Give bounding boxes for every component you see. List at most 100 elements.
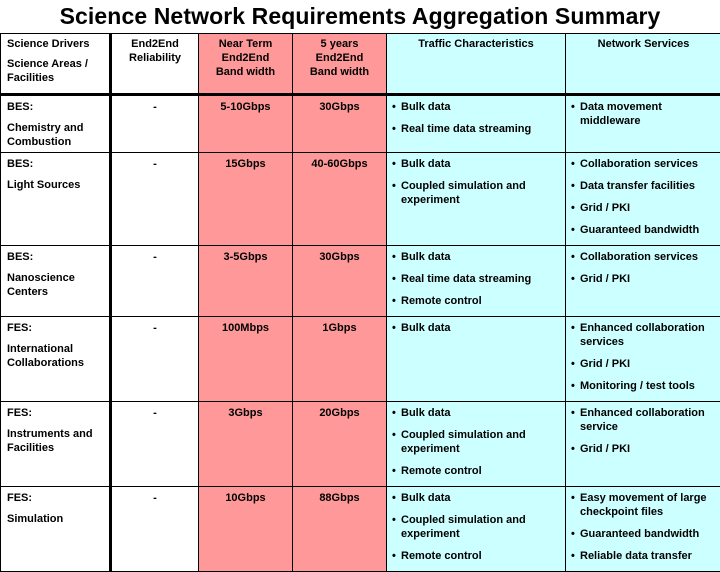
traffic-item: •Remote control	[392, 464, 563, 478]
header-near-term-line: Band width	[199, 65, 292, 79]
five-year-bandwidth-cell: 20Gbps	[293, 402, 387, 487]
traffic-item: •Coupled simulation and experiment	[392, 179, 563, 207]
traffic-list: •Bulk data	[392, 321, 563, 335]
service-text: Data movement middleware	[580, 101, 662, 127]
traffic-item: • Remote control	[392, 549, 563, 563]
traffic-list: • Bulk data •Coupled simulation and experi…	[392, 406, 563, 478]
traffic-characteristics-cell: •Bulk data•Coupled simulation and experi…	[387, 153, 566, 246]
traffic-characteristics-cell: •Bulk data•Real time data streaming•Remo…	[387, 246, 566, 317]
traffic-text: Coupled simulation and experiment	[401, 180, 526, 206]
service-list: • Easy movement of large checkpoint files…	[571, 491, 719, 563]
bullet-icon: •	[392, 272, 396, 286]
traffic-list: • Bulk data• Real time data streaming	[392, 100, 563, 136]
table-row: FES:Simulation-10Gbps88Gbps•Bulk data•Co…	[1, 487, 720, 572]
bullet-icon: •	[571, 406, 575, 420]
bullet-icon: •	[392, 428, 396, 442]
reliability-cell: -	[111, 487, 199, 572]
bullet-icon: •	[571, 527, 575, 541]
traffic-text: Real time data streaming	[401, 123, 531, 135]
service-item: •Reliable data transfer	[571, 549, 719, 563]
five-year-bandwidth-cell: 40-60Gbps	[293, 153, 387, 246]
service-item: •Data transfer facilities	[571, 179, 719, 193]
header-near-term-bandwidth: Near Term End2End Band width	[199, 34, 293, 95]
near-term-bandwidth-cell: 100Mbps	[199, 317, 293, 402]
bullet-icon: •	[392, 250, 396, 264]
service-text: Data transfer facilities	[580, 180, 695, 192]
traffic-text: Remote control	[401, 550, 482, 562]
program-office: BES:	[7, 100, 105, 114]
service-item: •Guaranteed bandwidth	[571, 223, 719, 237]
traffic-text: Bulk data	[401, 101, 451, 113]
traffic-item: • Bulk data	[392, 100, 563, 114]
network-services-cell: •Collaboration services•Data transfer fa…	[566, 153, 720, 246]
five-year-bandwidth-cell: 88Gbps	[293, 487, 387, 572]
traffic-item: •Bulk data	[392, 157, 563, 171]
bullet-icon: •	[571, 223, 575, 237]
traffic-text: Bulk data	[401, 407, 451, 419]
program-office: FES:	[7, 406, 105, 420]
science-driver-cell: FES:Instruments and Facilities	[1, 402, 111, 487]
science-driver-cell: BES:Light Sources	[1, 153, 111, 246]
header-network-services: Network Services	[566, 34, 720, 95]
header-drivers-label: Science Drivers	[7, 37, 109, 51]
near-term-bandwidth-cell: 10Gbps	[199, 487, 293, 572]
network-services-cell: • Enhanced collaboration services •Grid / …	[566, 317, 720, 402]
page-title: Science Network Requirements Aggregation…	[0, 3, 720, 30]
traffic-item: •Coupled simulation and experiment	[392, 428, 563, 456]
traffic-list: •Bulk data•Coupled simulation and experi…	[392, 157, 563, 207]
table-row: FES:Instruments and Facilities-3Gbps20Gb…	[1, 402, 720, 487]
bullet-icon: •	[571, 157, 575, 171]
service-list: •Collaboration services•Grid / PKI	[571, 250, 719, 286]
service-item: • Grid / PKI	[571, 442, 719, 456]
service-text: Enhanced collaboration services	[580, 322, 705, 348]
header-near-term-line: End2End	[199, 51, 292, 65]
program-office: FES:	[7, 491, 105, 505]
service-text: Monitoring / test tools	[580, 380, 695, 392]
traffic-text: Bulk data	[401, 322, 451, 334]
near-term-bandwidth-cell: 5-10Gbps	[199, 95, 293, 153]
service-text: Easy movement of large checkpoint files	[580, 492, 707, 518]
bullet-icon: •	[392, 100, 396, 114]
traffic-characteristics-cell: •Bulk data•Coupled simulation and experi…	[387, 487, 566, 572]
table-row: BES:Light Sources-15Gbps40-60Gbps•Bulk d…	[1, 153, 720, 246]
traffic-text: Remote control	[401, 295, 482, 307]
science-driver-cell: BES:Nanoscience Centers	[1, 246, 111, 317]
service-text: Grid / PKI	[580, 443, 630, 455]
table-row: BES:Nanoscience Centers-3-5Gbps30Gbps•Bu…	[1, 246, 720, 317]
reliability-cell: -	[111, 95, 199, 153]
traffic-characteristics-cell: • Bulk data •Coupled simulation and experi…	[387, 402, 566, 487]
reliability-cell: -	[111, 317, 199, 402]
header-5-year-line: End2End	[293, 51, 386, 65]
service-text: Grid / PKI	[580, 202, 630, 214]
bullet-icon: •	[571, 379, 575, 393]
science-area: Chemistry and Combustion	[7, 121, 105, 149]
science-driver-cell: FES:Simulation	[1, 487, 111, 572]
science-area: International Collaborations	[7, 342, 105, 370]
science-area: Light Sources	[7, 178, 105, 192]
service-text: Collaboration services	[580, 158, 698, 170]
science-driver-cell: BES: Chemistry and Combustion	[1, 95, 111, 153]
header-5-year-bandwidth: 5 years End2End Band width	[293, 34, 387, 95]
header-near-term-line: Near Term	[199, 37, 292, 51]
network-services-cell: •Collaboration services•Grid / PKI	[566, 246, 720, 317]
bullet-icon: •	[571, 442, 575, 456]
service-item: • Collaboration services	[571, 157, 719, 171]
service-list: • Enhanced collaboration services •Grid / …	[571, 321, 719, 393]
service-list: •Enhanced collaboration service•Grid / P…	[571, 406, 719, 456]
five-year-bandwidth-cell: 30Gbps	[293, 246, 387, 317]
science-area: Nanoscience Centers	[7, 271, 105, 299]
service-list: •Data movement middleware	[571, 100, 719, 128]
service-item: •Guaranteed bandwidth	[571, 527, 719, 541]
bullet-icon: •	[571, 549, 575, 563]
five-year-bandwidth-cell: 30Gbps	[293, 95, 387, 153]
header-reliability-line: End2End	[112, 37, 198, 51]
bullet-icon: •	[392, 549, 396, 563]
service-item: •Grid / PKI	[571, 357, 719, 371]
service-text: Grid / PKI	[580, 273, 630, 285]
reliability-cell: -	[111, 246, 199, 317]
service-item: •Data movement middleware	[571, 100, 719, 128]
header-reliability: End2End Reliability	[111, 34, 199, 95]
reliability-cell: -	[111, 153, 199, 246]
bullet-icon: •	[392, 157, 396, 171]
bullet-icon: •	[571, 491, 575, 505]
